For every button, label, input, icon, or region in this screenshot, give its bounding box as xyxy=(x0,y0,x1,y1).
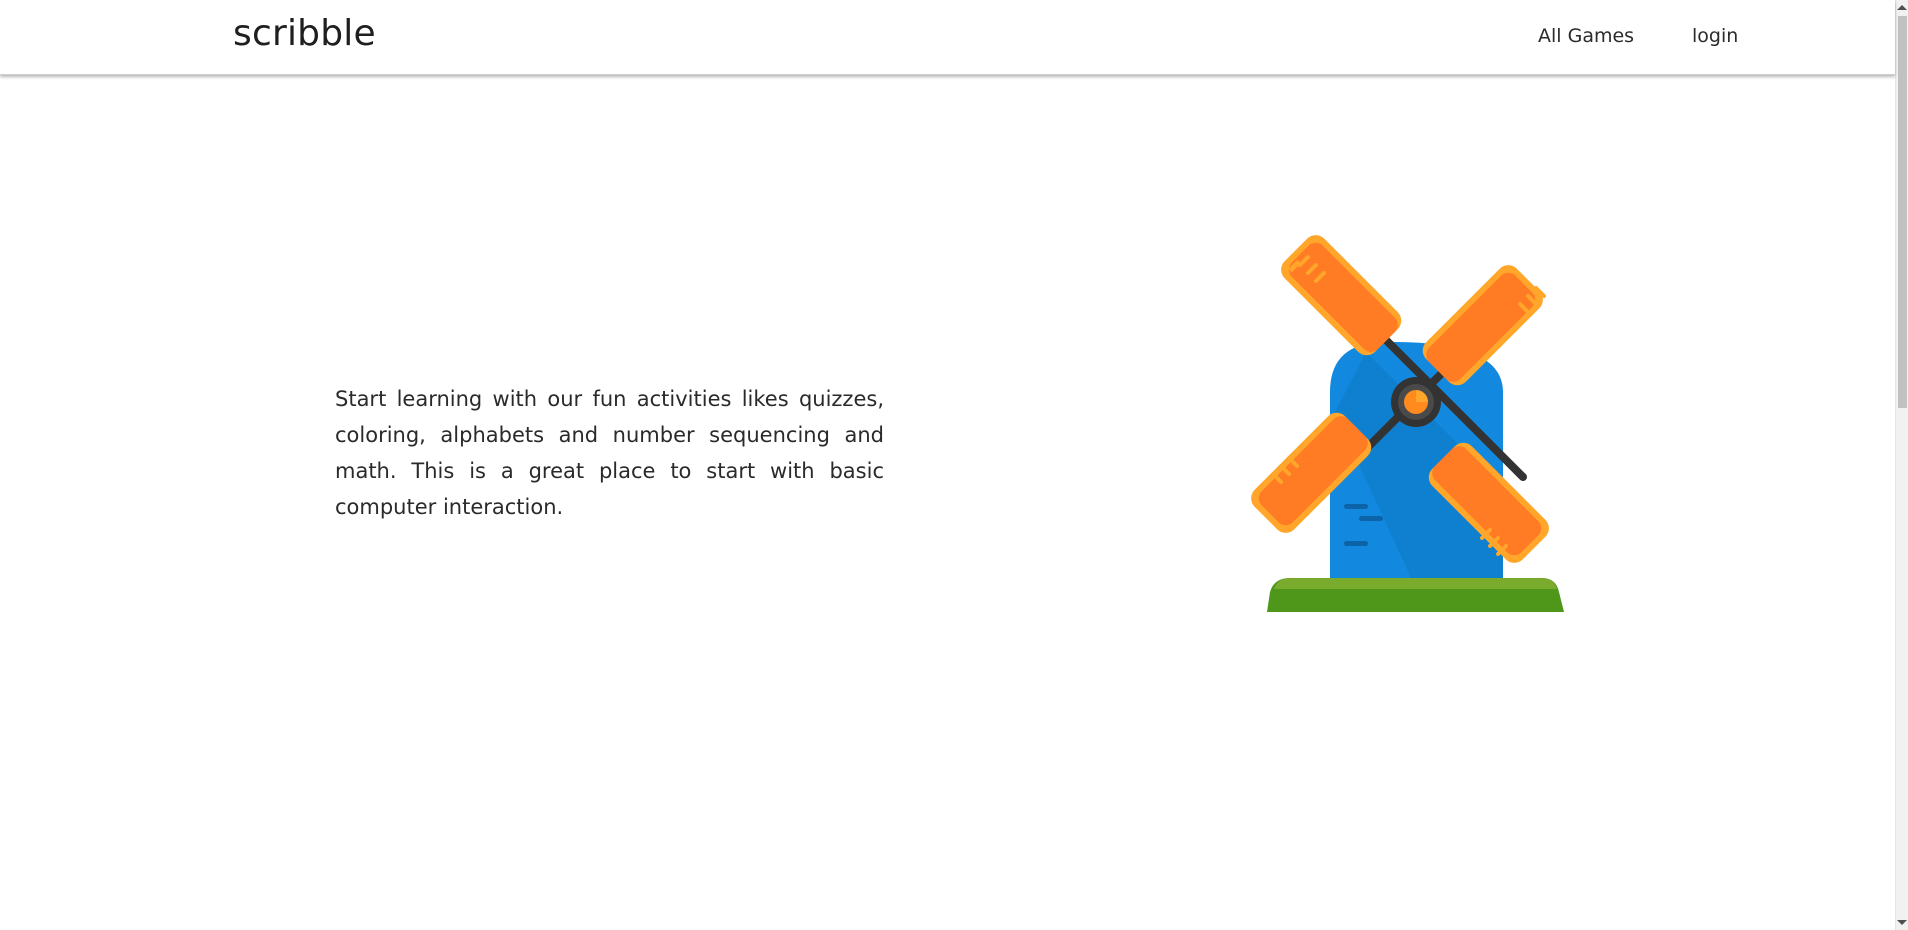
scrollbar-thumb[interactable] xyxy=(1898,16,1907,408)
windmill-icon xyxy=(1251,235,1564,612)
page: scribble All Games login Start learning … xyxy=(0,0,1908,930)
tower-dash xyxy=(1359,516,1383,521)
nav-link-login[interactable]: login xyxy=(1692,25,1738,47)
top-navbar: scribble All Games login xyxy=(0,0,1895,75)
windmill-ground-top xyxy=(1274,578,1557,589)
tower-dash xyxy=(1344,541,1368,546)
scroll-up-arrow-icon[interactable] xyxy=(1897,5,1907,10)
tower-dash xyxy=(1344,504,1368,509)
page-scrollbar[interactable] xyxy=(1895,0,1908,930)
brand-logo-link[interactable]: scribble xyxy=(233,14,376,54)
intro-paragraph: Start learning with our fun activities l… xyxy=(335,387,884,519)
scroll-down-arrow-icon[interactable] xyxy=(1897,920,1907,925)
nav-link-all-games[interactable]: All Games xyxy=(1538,25,1634,47)
